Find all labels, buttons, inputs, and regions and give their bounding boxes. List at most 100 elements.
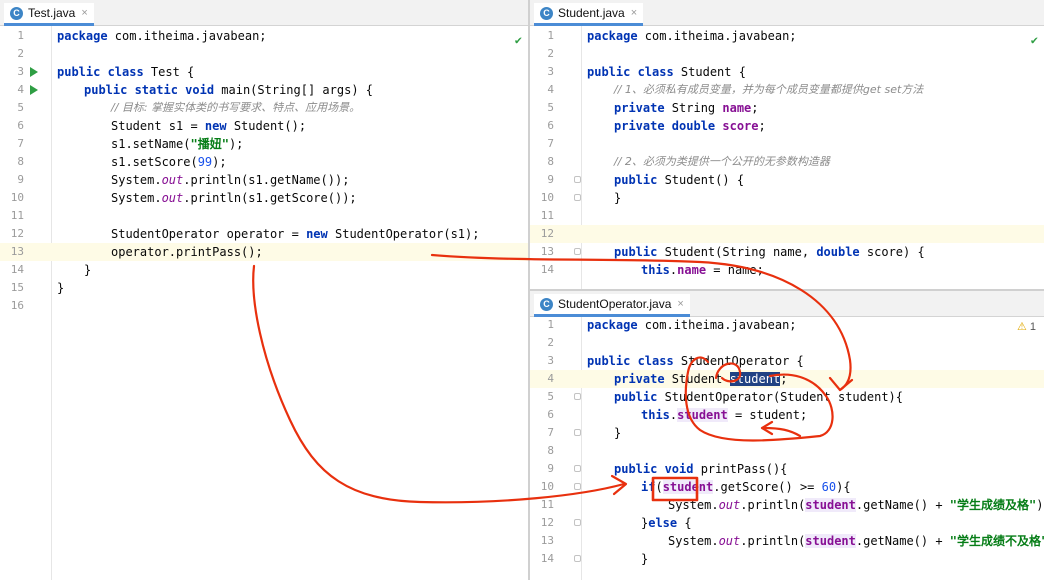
tab-student-java[interactable]: C Student.java × — [534, 3, 644, 26]
line-number: 11 — [10, 209, 24, 222]
line-number: 5 — [17, 101, 24, 114]
code-line-current: operator.printPass(); — [111, 245, 263, 259]
code-line: public Student(String name, double score… — [614, 245, 925, 259]
line-number: 12 — [10, 227, 24, 240]
tab-test-java-label: Test.java — [28, 6, 76, 20]
line-number: 10 — [540, 191, 554, 204]
code-line: }else { — [641, 516, 692, 530]
close-icon[interactable]: × — [631, 7, 637, 19]
comment-line: // 目标: 掌握实体类的书写要求、特点、应用场景。 — [111, 101, 361, 114]
fold-icon[interactable] — [574, 483, 581, 490]
test-editor-pane: C Test.java × 1 package com.itheima.javab… — [0, 0, 528, 580]
code-line: public class Test { — [57, 65, 195, 79]
line-number: 11 — [540, 209, 554, 222]
line-number: 4 — [17, 83, 24, 96]
comment-line: // 2、必须为类提供一个公开的无参数构造器 — [614, 155, 830, 168]
line-number: 7 — [547, 137, 554, 150]
close-icon[interactable]: × — [81, 7, 87, 19]
fold-icon[interactable] — [574, 519, 581, 526]
line-number: 14 — [540, 263, 554, 276]
line-number: 12 — [540, 227, 554, 240]
operator-tab-bar: C StudentOperator.java × — [530, 291, 1044, 317]
line-number: 14 — [10, 263, 24, 276]
line-number: 7 — [547, 426, 554, 439]
code-line: } — [57, 281, 65, 295]
code-line: package com.itheima.javabean; — [587, 29, 797, 43]
line-number: 6 — [17, 119, 24, 132]
code-line: } — [614, 191, 622, 205]
line-number: 8 — [547, 444, 554, 457]
line-number: 8 — [17, 155, 24, 168]
operator-editor-pane: C StudentOperator.java × 1 package com.it… — [530, 289, 1044, 580]
code-line: this.name = name; — [641, 263, 764, 277]
line-number: 2 — [547, 47, 554, 60]
tab-student-java-label: Student.java — [558, 6, 625, 20]
code-line: private String name; — [614, 101, 759, 115]
java-class-icon: C — [540, 6, 553, 20]
line-number: 16 — [10, 299, 24, 312]
code-line: System.out.println(student.getName() + "… — [668, 498, 1044, 512]
run-icon[interactable] — [30, 67, 38, 77]
test-tab-bar: C Test.java × — [0, 0, 528, 26]
line-number: 8 — [547, 155, 554, 168]
line-number: 9 — [547, 173, 554, 186]
run-icon[interactable] — [30, 85, 38, 95]
selected-word: student — [729, 372, 781, 386]
line-number: 6 — [547, 119, 554, 132]
line-number: 14 — [540, 552, 554, 565]
line-number: 5 — [547, 101, 554, 114]
fold-icon[interactable] — [574, 194, 581, 201]
code-line: public StudentOperator(Student student){ — [614, 390, 903, 404]
code-line: } — [614, 426, 622, 440]
line-number: 9 — [17, 173, 24, 186]
fold-icon[interactable] — [574, 393, 581, 400]
operator-code-area[interactable]: 1 package com.itheima.javabean; ⚠ 1 2 3 pub… — [530, 316, 1044, 580]
code-line: } — [84, 263, 92, 277]
line-number: 3 — [17, 65, 24, 78]
line-number: 3 — [547, 354, 554, 367]
line-number: 15 — [10, 281, 24, 294]
warning-icon: ⚠ — [1016, 321, 1027, 333]
code-line: StudentOperator operator = new StudentOp… — [111, 227, 480, 241]
line-number: 2 — [17, 47, 24, 60]
code-line: this.student = student; — [641, 408, 808, 422]
java-class-icon: C — [10, 6, 23, 20]
line-number: 10 — [10, 191, 24, 204]
code-line: package com.itheima.javabean; — [57, 29, 267, 43]
line-number: 4 — [547, 83, 554, 96]
code-line: System.out.println(s1.getName()); — [111, 173, 350, 187]
fold-icon[interactable] — [574, 555, 581, 562]
code-line: s1.setScore(99); — [111, 155, 227, 169]
tab-student-operator-java-label: StudentOperator.java — [558, 297, 672, 311]
code-line: private Student student; — [614, 372, 788, 386]
close-icon[interactable]: × — [677, 298, 683, 310]
line-number: 10 — [540, 480, 554, 493]
fold-icon[interactable] — [574, 465, 581, 472]
code-line: s1.setName("播妞"); — [111, 137, 244, 151]
line-number: 3 — [547, 65, 554, 78]
line-number: 12 — [540, 516, 554, 529]
code-line: public Student() { — [614, 173, 745, 187]
code-line: package com.itheima.javabean; — [587, 318, 797, 332]
line-number: 4 — [547, 372, 554, 385]
student-editor-pane: C Student.java × 1 package com.itheima.ja… — [530, 0, 1044, 289]
tab-test-java[interactable]: C Test.java × — [4, 3, 94, 26]
fold-icon[interactable] — [574, 248, 581, 255]
line-number: 11 — [540, 498, 554, 511]
line-number: 6 — [547, 408, 554, 421]
code-line: System.out.println(student.getName() + "… — [668, 534, 1044, 548]
student-code-area[interactable]: 1 package com.itheima.javabean; ✔ 2 3 publi… — [530, 27, 1044, 289]
line-number: 1 — [547, 29, 554, 42]
test-code-area[interactable]: 1 package com.itheima.javabean; ✔ 2 3 publi… — [0, 27, 528, 580]
fold-icon[interactable] — [574, 429, 581, 436]
tab-student-operator-java[interactable]: C StudentOperator.java × — [534, 294, 690, 317]
line-number: 7 — [17, 137, 24, 150]
fold-icon[interactable] — [574, 176, 581, 183]
java-class-icon: C — [540, 297, 553, 311]
line-number: 13 — [540, 245, 554, 258]
line-number: 2 — [547, 336, 554, 349]
line-number: 1 — [547, 318, 554, 331]
line-number: 13 — [10, 245, 24, 258]
code-line: } — [641, 552, 649, 566]
code-line: if(student.getScore() >= 60){ — [641, 480, 851, 494]
